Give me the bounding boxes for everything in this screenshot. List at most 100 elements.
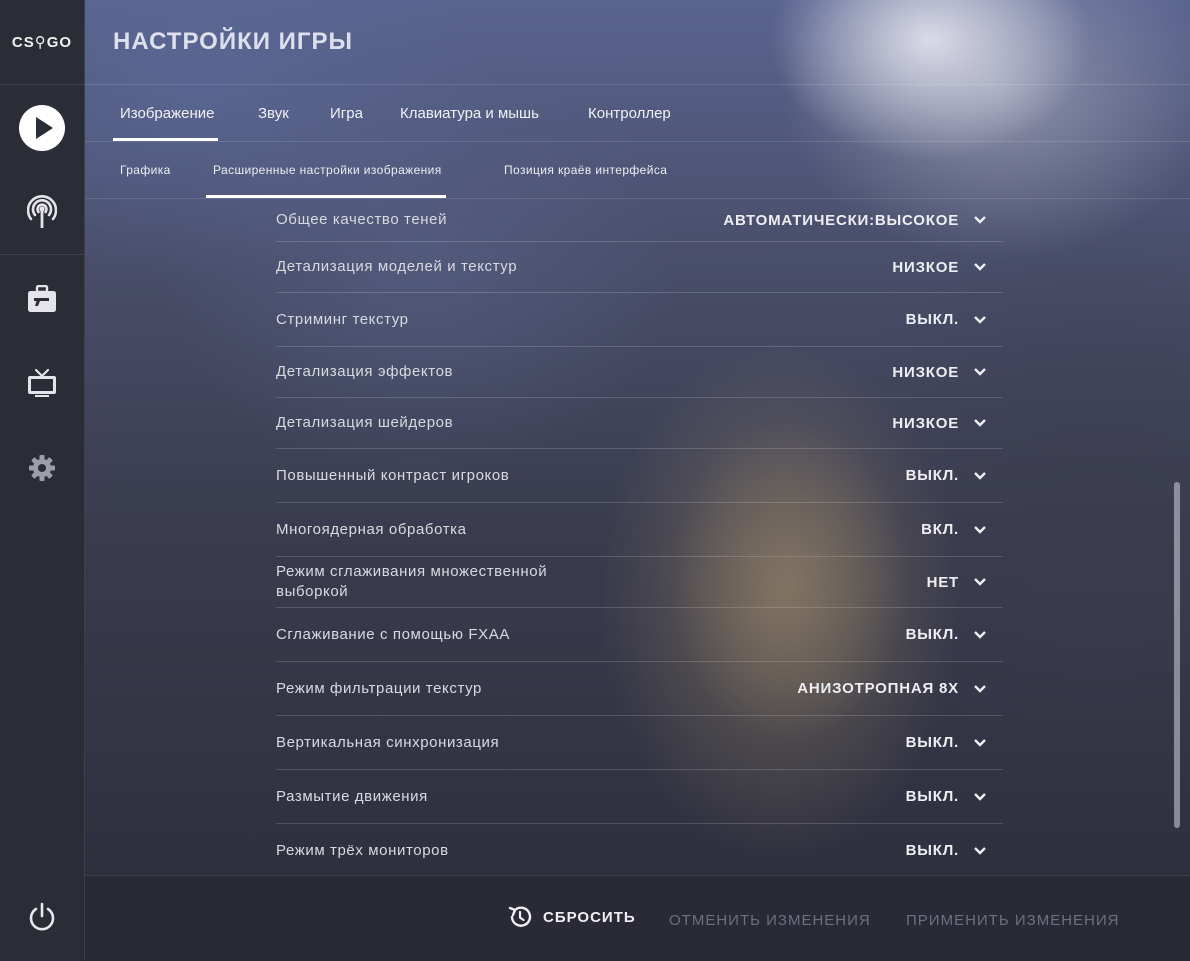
tab-game[interactable]: Игра — [330, 85, 363, 141]
footer: СБРОСИТЬ ОТМЕНИТЬ ИЗМЕНЕНИЯ ПРИМЕНИТЬ ИЗ… — [85, 875, 1190, 961]
sidebar-quit-button[interactable] — [0, 886, 84, 948]
broadcast-icon — [27, 195, 57, 228]
setting-row: Повышенный контраст игроков ВЫКЛ. — [276, 449, 1003, 503]
sidebar-watch-button[interactable] — [0, 352, 84, 414]
briefcase-icon — [28, 285, 56, 312]
chevron-down-icon — [974, 471, 986, 480]
setting-dropdown[interactable]: НЕТ — [927, 574, 1003, 591]
setting-value: НИЗКОЕ — [892, 258, 959, 276]
chevron-down-icon — [974, 738, 986, 747]
setting-value: АНИЗОТРОПНАЯ 8X — [797, 680, 959, 697]
setting-dropdown[interactable]: ВЫКЛ. — [906, 788, 1003, 805]
settings-list: Общее качество теней АВТОМАТИЧЕСКИ:ВЫСОК… — [85, 199, 1175, 875]
chevron-down-icon — [974, 368, 986, 376]
chevron-down-icon — [974, 216, 986, 224]
sidebar-play-button[interactable] — [0, 97, 84, 159]
setting-value: ВКЛ. — [921, 521, 959, 538]
setting-label: Сглаживание с помощью FXAA — [276, 625, 510, 643]
history-reset-icon — [508, 906, 532, 927]
sidebar-divider — [0, 254, 84, 255]
setting-row: Стриминг текстур ВЫКЛ. — [276, 293, 1003, 347]
setting-value: ВЫКЛ. — [905, 311, 959, 328]
tab-controller[interactable]: Контроллер — [588, 85, 671, 141]
setting-label: Режим фильтрации текстур — [276, 679, 482, 697]
setting-dropdown[interactable]: НИЗКОЕ — [892, 415, 1003, 432]
csgo-logo: CS⚲GO — [0, 0, 84, 85]
setting-label: Многоядерная обработка — [276, 520, 467, 538]
setting-dropdown[interactable]: ВЫКЛ. — [906, 626, 1003, 643]
subtab-hud-edge-position[interactable]: Позиция краёв интерфейса — [504, 142, 667, 198]
tab-image[interactable]: Изображение — [113, 85, 217, 141]
chevron-down-icon — [974, 315, 986, 324]
setting-dropdown[interactable]: ВКЛ. — [921, 521, 1003, 538]
page-title: НАСТРОЙКИ ИГРЫ — [113, 28, 353, 55]
setting-value: ВЫКЛ. — [905, 626, 959, 643]
chevron-down-icon — [974, 578, 986, 586]
setting-dropdown[interactable]: ВЫКЛ. — [906, 842, 1003, 859]
subtab-advanced-video[interactable]: Расширенные настройки изображения — [206, 142, 446, 198]
setting-label: Вертикальная синхронизация — [276, 733, 500, 751]
setting-row: Детализация эффектов НИЗКОЕ — [276, 347, 1003, 398]
setting-row: Многоядерная обработка ВКЛ. — [276, 503, 1003, 557]
sidebar: CS⚲GO — [0, 0, 85, 960]
tab-sound[interactable]: Звук — [258, 85, 289, 141]
setting-row: Сглаживание с помощью FXAA ВЫКЛ. — [276, 608, 1003, 662]
setting-label: Общее качество теней — [276, 211, 448, 228]
setting-dropdown[interactable]: ВЫКЛ. — [906, 734, 1003, 751]
setting-label: Повышенный контраст игроков — [276, 466, 510, 484]
setting-row: Общее качество теней АВТОМАТИЧЕСКИ:ВЫСОК… — [276, 199, 1003, 242]
setting-label: Детализация шейдеров — [276, 414, 454, 431]
setting-dropdown[interactable]: АВТОМАТИЧЕСКИ:ВЫСОКОЕ — [723, 212, 1003, 229]
setting-label: Стриминг текстур — [276, 310, 409, 328]
setting-value: ВЫКЛ. — [905, 734, 959, 751]
setting-label: Режим сглаживания множественной выборкой — [276, 563, 548, 600]
sidebar-watch-broadcast-button[interactable] — [0, 181, 84, 243]
setting-row: Вертикальная синхронизация ВЫКЛ. — [276, 716, 1003, 770]
main-tabs: Изображение Звук Игра Клавиатура и мышь … — [85, 85, 1190, 142]
apply-changes-button[interactable]: ПРИМЕНИТЬ ИЗМЕНЕНИЯ — [906, 912, 1119, 929]
setting-dropdown[interactable]: ВЫКЛ. — [906, 467, 1003, 484]
reset-button[interactable]: СБРОСИТЬ — [507, 904, 636, 930]
logo-text: CS⚲GO — [11, 34, 73, 51]
play-icon — [19, 105, 65, 151]
setting-label: Детализация моделей и текстур — [276, 258, 518, 275]
setting-value: АВТОМАТИЧЕСКИ:ВЫСОКОЕ — [723, 211, 959, 229]
tv-icon — [28, 368, 56, 397]
setting-dropdown[interactable]: ВЫКЛ. — [906, 311, 1003, 328]
setting-row: Режим сглаживания множественной выборкой… — [276, 557, 1003, 608]
setting-value: НЕТ — [926, 573, 959, 591]
scrollbar-thumb[interactable] — [1174, 482, 1180, 828]
reset-label: СБРОСИТЬ — [543, 908, 636, 926]
setting-row: Детализация шейдеров НИЗКОЕ — [276, 398, 1003, 449]
setting-value: ВЫКЛ. — [905, 467, 959, 484]
setting-dropdown[interactable]: НИЗКОЕ — [892, 259, 1003, 276]
sidebar-inventory-button[interactable] — [0, 268, 84, 330]
chevron-down-icon — [974, 684, 986, 693]
gear-icon — [29, 455, 55, 481]
chevron-down-icon — [974, 846, 986, 855]
subtab-graphics[interactable]: Графика — [120, 142, 171, 198]
chevron-down-icon — [974, 419, 986, 427]
power-icon — [29, 902, 55, 931]
sidebar-settings-button[interactable] — [0, 437, 84, 499]
setting-label: Детализация эффектов — [276, 363, 454, 380]
chevron-down-icon — [974, 792, 986, 801]
tab-keyboard-mouse[interactable]: Клавиатура и мышь — [400, 85, 539, 141]
setting-dropdown[interactable]: НИЗКОЕ — [892, 364, 1003, 381]
sub-tabs: Графика Расширенные настройки изображени… — [85, 142, 1190, 199]
setting-value: ВЫКЛ. — [905, 842, 959, 859]
cancel-changes-button[interactable]: ОТМЕНИТЬ ИЗМЕНЕНИЯ — [669, 912, 871, 929]
setting-label: Размытие движения — [276, 787, 428, 805]
header: НАСТРОЙКИ ИГРЫ — [85, 0, 1190, 85]
setting-label: Режим трёх мониторов — [276, 841, 449, 859]
setting-value: НИЗКОЕ — [892, 414, 959, 432]
chevron-down-icon — [974, 525, 986, 534]
setting-value: НИЗКОЕ — [892, 363, 959, 381]
setting-value: ВЫКЛ. — [905, 788, 959, 805]
setting-row: Режим трёх мониторов ВЫКЛ. — [276, 824, 1003, 875]
setting-dropdown[interactable]: АНИЗОТРОПНАЯ 8X — [797, 680, 1003, 697]
chevron-down-icon — [974, 630, 986, 639]
chevron-down-icon — [974, 263, 986, 271]
setting-row: Размытие движения ВЫКЛ. — [276, 770, 1003, 824]
setting-row: Режим фильтрации текстур АНИЗОТРОПНАЯ 8X — [276, 662, 1003, 716]
